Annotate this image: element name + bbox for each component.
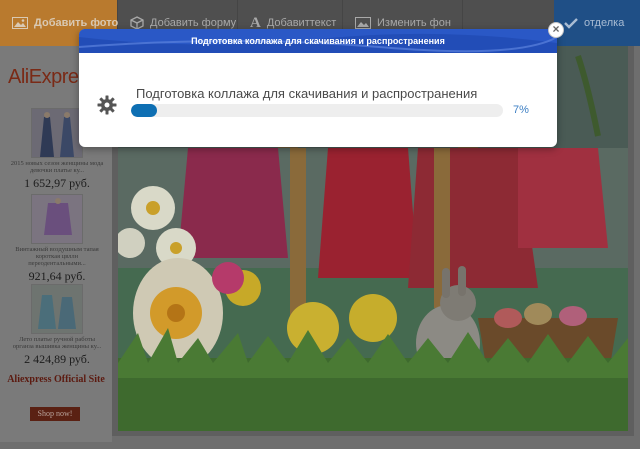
product-price: 1 652,97 руб.	[24, 176, 90, 190]
dialog-header: Подготовка коллажа для скачивания и расп…	[79, 29, 557, 53]
product-price: 2 424,89 руб.	[24, 352, 90, 366]
shop-now-button[interactable]: Shop now!	[30, 407, 80, 421]
product-image	[31, 284, 83, 334]
dialog-title: Подготовка коллажа для скачивания и расп…	[191, 36, 445, 46]
product-price: 921,64 руб.	[28, 269, 86, 283]
ad-product[interactable]: Винтажный воздушным тапая короткая цвллн…	[10, 194, 104, 284]
product-image	[31, 194, 83, 244]
aliexpress-logo: AliExpre	[8, 66, 79, 88]
product-description: Лето платье ручной работы органза вышивк…	[12, 336, 102, 350]
collage-photo[interactable]	[118, 148, 628, 431]
gear-icon	[97, 95, 117, 115]
progress-bar-fill	[131, 104, 158, 117]
product-description: Винтажный воздушным тапая короткая цвллн…	[15, 246, 99, 267]
checkmark-icon	[564, 17, 578, 29]
done-button[interactable]: отделка	[554, 0, 640, 46]
done-label: отделка	[584, 17, 625, 29]
ad-title[interactable]: Aliexpress Official Site	[6, 374, 106, 386]
dialog-message: Подготовка коллажа для скачивания и расп…	[136, 86, 478, 101]
progress-dialog: Подготовка коллажа для скачивания и расп…	[79, 29, 557, 147]
image-icon	[12, 17, 28, 29]
progress-bar	[131, 104, 503, 117]
add-photo-label: Добавить фото	[34, 17, 119, 29]
image-icon	[355, 17, 371, 29]
cube-icon	[130, 16, 144, 30]
close-icon[interactable]: ×	[548, 22, 564, 38]
add-text-label: Добавиттекст	[266, 17, 337, 29]
product-description: 2015 новых сезон женщины мода девочки пл…	[10, 160, 104, 174]
progress-percent: 7%	[513, 104, 529, 116]
ad-product[interactable]: Лето платье ручной работы органза вышивк…	[10, 284, 104, 367]
change-background-label: Изменить фон	[377, 17, 451, 29]
add-shape-label: Добавить форму	[150, 17, 237, 29]
product-image	[31, 108, 83, 158]
